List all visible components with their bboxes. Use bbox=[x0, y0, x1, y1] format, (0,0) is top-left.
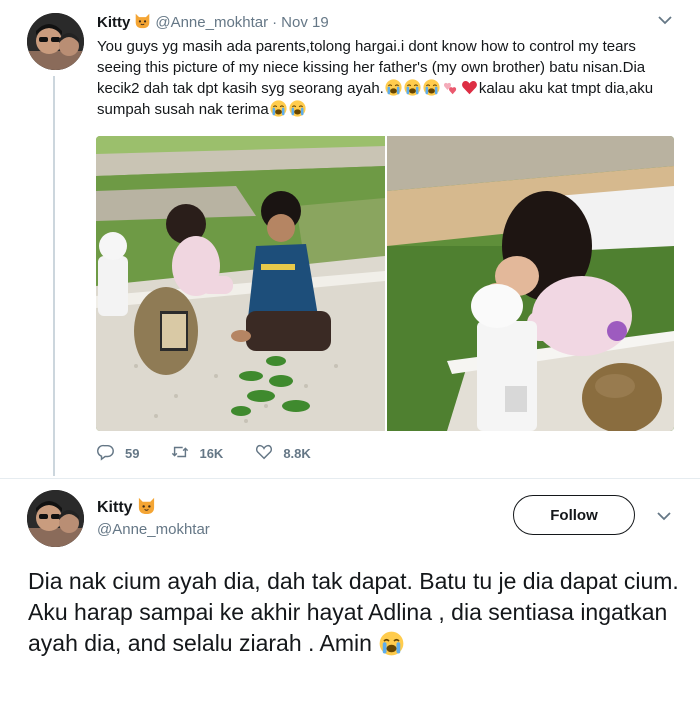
grave-photo-girl-kissing[interactable] bbox=[387, 136, 674, 431]
divider bbox=[0, 478, 700, 479]
handle[interactable]: @Anne_mokhtar bbox=[97, 521, 210, 538]
avatar-image bbox=[27, 490, 84, 547]
crying-emoji bbox=[269, 100, 288, 118]
display-name: Kitty bbox=[97, 499, 133, 516]
tweet-text: You guys yg masih ada parents,tolong har… bbox=[97, 36, 682, 120]
avatar-image bbox=[27, 13, 84, 70]
main-display-name[interactable]: Kitty bbox=[97, 496, 156, 520]
like-count: 8.8K bbox=[283, 446, 311, 461]
tweet-header: Kitty @Anne_mokhtar · Nov 19 bbox=[97, 12, 329, 33]
photo-grid bbox=[96, 136, 674, 431]
two-hearts-emoji bbox=[441, 80, 460, 97]
separator: · bbox=[272, 14, 278, 31]
crying-emoji bbox=[422, 79, 441, 97]
reply-count: 59 bbox=[125, 446, 140, 461]
retweet-icon bbox=[171, 443, 199, 464]
grave-photo-children[interactable] bbox=[96, 136, 385, 431]
red-heart-emoji bbox=[460, 80, 479, 97]
heart-icon bbox=[255, 443, 283, 464]
cat-face-emoji bbox=[134, 12, 151, 33]
display-name[interactable]: Kitty bbox=[97, 14, 130, 31]
thread-line bbox=[53, 76, 55, 476]
chevron-down-icon[interactable] bbox=[658, 12, 672, 28]
tweet-actions: 59 16K 8.8K bbox=[97, 443, 343, 464]
avatar[interactable] bbox=[27, 490, 84, 547]
crying-emoji bbox=[378, 630, 405, 656]
crying-emoji bbox=[288, 100, 307, 118]
retweet-count: 16K bbox=[199, 446, 224, 461]
reply-icon bbox=[97, 443, 125, 464]
crying-emoji bbox=[384, 79, 403, 97]
like-button[interactable]: 8.8K bbox=[255, 443, 311, 464]
chevron-down-icon[interactable] bbox=[657, 508, 671, 524]
main-tweet-body: Dia nak cium ayah dia, dah tak dapat. Ba… bbox=[28, 568, 684, 656]
main-tweet-text: Dia nak cium ayah dia, dah tak dapat. Ba… bbox=[28, 566, 688, 659]
avatar[interactable] bbox=[27, 13, 84, 70]
tweet-date[interactable]: Nov 19 bbox=[281, 14, 329, 31]
retweet-button[interactable]: 16K bbox=[171, 443, 223, 464]
reply-button[interactable]: 59 bbox=[97, 443, 139, 464]
cat-face-emoji bbox=[137, 496, 156, 520]
handle[interactable]: @Anne_mokhtar bbox=[155, 14, 268, 31]
crying-emoji bbox=[403, 79, 422, 97]
follow-button[interactable]: Follow bbox=[513, 495, 635, 535]
